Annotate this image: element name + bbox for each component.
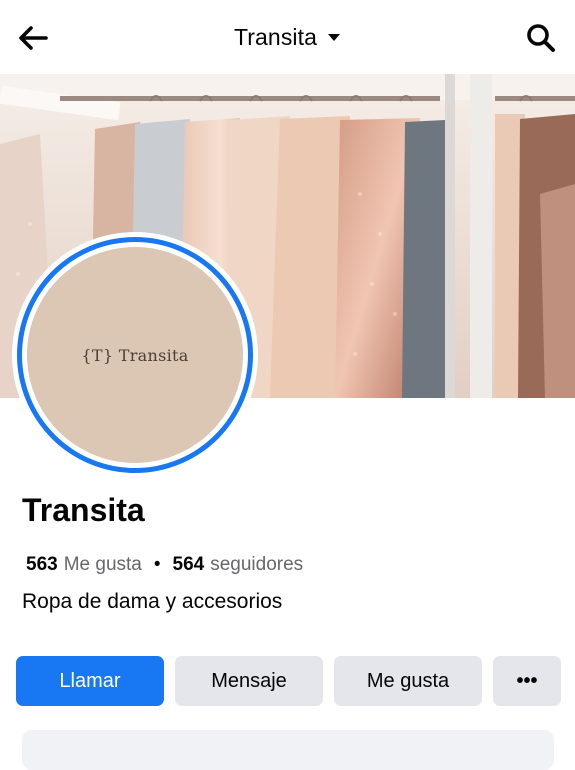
brand-logo: {T} Transita [81,346,188,365]
likes-count: 563 [26,554,58,575]
call-button[interactable]: Llamar [16,656,164,706]
search-button[interactable] [525,22,557,54]
message-button[interactable]: Mensaje [175,656,323,706]
header-title: Transita [233,23,318,50]
logo-text: Transita [118,345,189,365]
likes-label: Me gusta [63,554,142,575]
logo-mark: {T} [81,345,114,365]
caret-down-icon [328,34,341,41]
page-stats[interactable]: 563 Me gusta • 564 seguidores [26,554,303,576]
more-options-button[interactable]: ••• [493,656,561,706]
avatar-gap: {T} Transita [22,242,248,468]
story-ring: {T} Transita [17,237,253,473]
arrow-left-icon [19,26,48,50]
action-buttons: Llamar Mensaje Me gusta ••• [16,656,561,706]
avatar: {T} Transita [27,247,243,463]
back-button[interactable] [16,22,52,54]
page-switcher[interactable]: Transita [234,24,341,51]
top-nav-bar: Transita [0,0,575,74]
stats-separator: • [153,554,161,575]
info-card [22,730,554,770]
search-icon [527,24,555,52]
like-button[interactable]: Me gusta [334,656,482,706]
page-category: Ropa de dama y accesorios [22,590,283,613]
profile-picture[interactable]: {T} Transita [12,232,258,478]
page-title: Transita [22,492,145,528]
followers-label: seguidores [210,554,304,575]
followers-count: 564 [172,554,205,575]
